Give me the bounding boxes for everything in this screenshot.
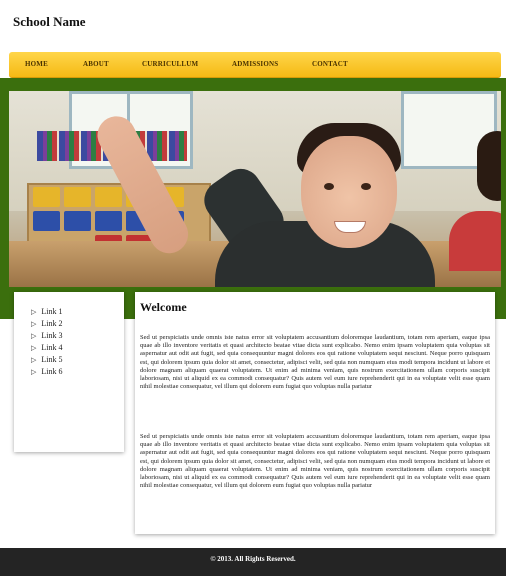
hero-bin — [33, 211, 60, 231]
hero-girl — [449, 211, 501, 271]
sidebar-link-6[interactable]: ▷ Link 6 — [31, 367, 63, 376]
main-navigation: HOME ABOUT CURRICULLUM ADMISSIONS CONTAC… — [9, 52, 501, 78]
triangle-right-icon: ▷ — [31, 344, 37, 352]
triangle-right-icon: ▷ — [31, 356, 37, 364]
sidebar-link-3[interactable]: ▷ Link 3 — [31, 331, 63, 340]
nav-contact[interactable]: CONTACT — [312, 60, 348, 68]
site-header: School Name — [0, 0, 506, 50]
sidebar-link-label: Link 2 — [41, 319, 63, 328]
sidebar-link-label: Link 3 — [41, 331, 63, 340]
hero-bin — [33, 187, 60, 207]
nav-about[interactable]: ABOUT — [83, 60, 109, 68]
triangle-right-icon: ▷ — [31, 368, 37, 376]
sidebar-link-4[interactable]: ▷ Link 4 — [31, 343, 63, 352]
triangle-right-icon: ▷ — [31, 308, 37, 316]
sidebar-link-1[interactable]: ▷ Link 1 — [31, 307, 63, 316]
sidebar-link-label: Link 4 — [41, 343, 63, 352]
sidebar-link-label: Link 1 — [41, 307, 63, 316]
hero-bin — [95, 211, 122, 231]
sidebar-link-2[interactable]: ▷ Link 2 — [31, 319, 63, 328]
sidebar-link-label: Link 6 — [41, 367, 63, 376]
nav-curriculum[interactable]: CURRICULLUM — [142, 60, 198, 68]
site-footer: © 2013. All Rights Reserved. — [0, 548, 506, 576]
main-content: Welcome Sed ut perspiciatis unde omnis i… — [135, 292, 495, 534]
triangle-right-icon: ▷ — [31, 320, 37, 328]
sidebar: ▷ Link 1 ▷ Link 2 ▷ Link 3 ▷ Link 4 ▷ Link 5 … — [14, 292, 124, 452]
nav-admissions[interactable]: ADMISSIONS — [232, 60, 278, 68]
sidebar-link-5[interactable]: ▷ Link 5 — [31, 355, 63, 364]
hero-eye — [361, 183, 371, 190]
content-paragraph: Sed ut perspiciatis unde omnis iste natu… — [140, 433, 490, 490]
hero-bin — [64, 187, 91, 207]
sidebar-link-label: Link 5 — [41, 355, 63, 364]
hero-girl-hair — [477, 131, 501, 201]
content-paragraph: Sed ut perspiciatis unde omnis iste natu… — [140, 334, 490, 391]
hero-eye — [324, 183, 334, 190]
page-title: Welcome — [140, 300, 187, 314]
triangle-right-icon: ▷ — [31, 332, 37, 340]
hero-classroom-image — [9, 91, 501, 287]
copyright-text: © 2013. All Rights Reserved. — [210, 555, 296, 563]
hero-bin — [95, 187, 122, 207]
hero-bin — [64, 211, 91, 231]
nav-home[interactable]: HOME — [25, 60, 48, 68]
school-name[interactable]: School Name — [13, 14, 86, 30]
